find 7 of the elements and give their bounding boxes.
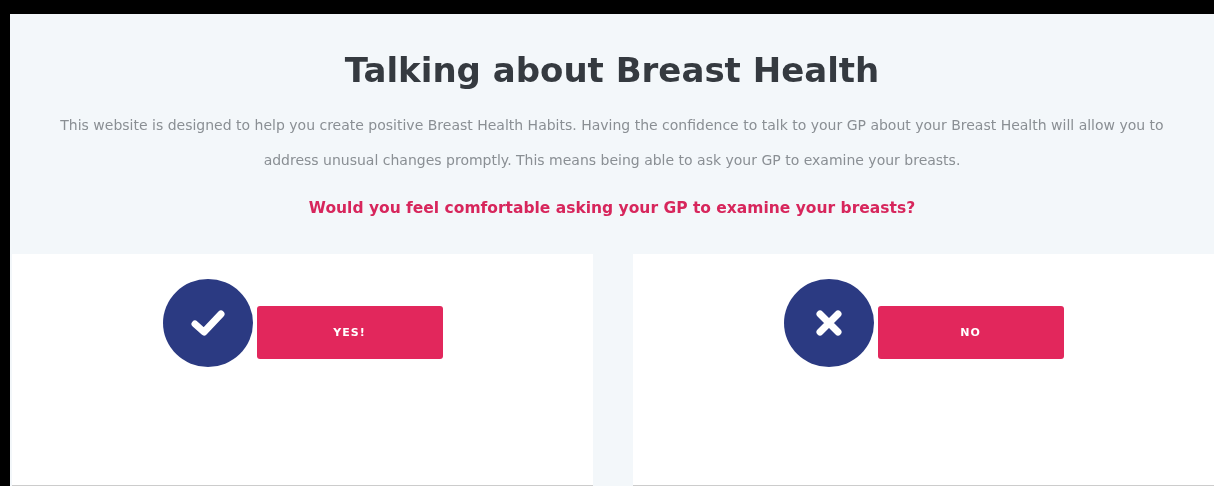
page-title: Talking about Breast Health: [343, 49, 881, 92]
close-icon: [814, 309, 843, 337]
answer-button[interactable]: NO: [877, 306, 1064, 359]
question-text: Would you feel comfortable asking your GP to examine your breasts?: [307, 198, 917, 219]
intro-text: This website is designed to help you create positive Breast Health Habits. Having the confidence to talk to your GP about your Breast Health will allow you to address unusual changes promptly. This means being able to ask your GP to examine your breasts.: [59, 116, 1165, 170]
answer-button[interactable]: YES!: [256, 306, 443, 359]
checkmark-icon: [190, 309, 225, 337]
